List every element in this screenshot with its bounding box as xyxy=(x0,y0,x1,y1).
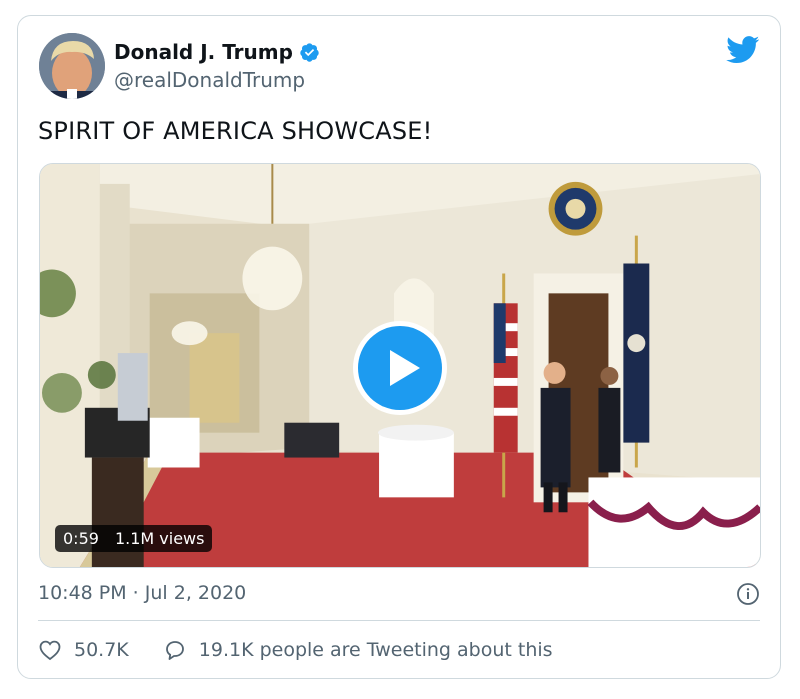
avatar-image xyxy=(39,33,105,99)
play-button[interactable] xyxy=(353,321,447,415)
like-button[interactable]: 50.7K xyxy=(38,638,129,662)
conversation-text: 19.1K people are Tweeting about this xyxy=(198,639,553,661)
like-count: 50.7K xyxy=(74,639,129,661)
video-views: 1.1M views xyxy=(114,529,205,548)
play-icon xyxy=(358,326,442,410)
video-player[interactable]: 0:59 1.1M views xyxy=(39,163,761,568)
video-duration: 0:59 xyxy=(63,529,99,548)
verified-badge-icon xyxy=(300,42,319,62)
conversation-link[interactable]: 19.1K people are Tweeting about this xyxy=(163,638,553,662)
tweet-text: SPIRIT OF AMERICA SHOWCASE! xyxy=(38,117,433,145)
tweet-card[interactable]: Donald J. Trump @realDonaldTrump SPIRIT … xyxy=(17,15,781,679)
twitter-bird-icon[interactable] xyxy=(726,36,760,64)
divider xyxy=(38,620,760,621)
info-icon[interactable] xyxy=(736,582,760,606)
video-stats-badge: 0:59 1.1M views xyxy=(55,525,213,552)
user-handle[interactable]: @realDonaldTrump xyxy=(114,68,305,92)
author-name-row: Donald J. Trump xyxy=(114,40,320,64)
display-name[interactable]: Donald J. Trump xyxy=(114,40,293,64)
heart-icon xyxy=(39,640,61,661)
tweet-timestamp[interactable]: 10:48 PM · Jul 2, 2020 xyxy=(38,582,246,604)
speech-bubble-icon xyxy=(165,641,184,660)
tweet-actions: 50.7K 19.1K people are Tweeting about th… xyxy=(38,638,553,662)
avatar[interactable] xyxy=(39,33,105,99)
